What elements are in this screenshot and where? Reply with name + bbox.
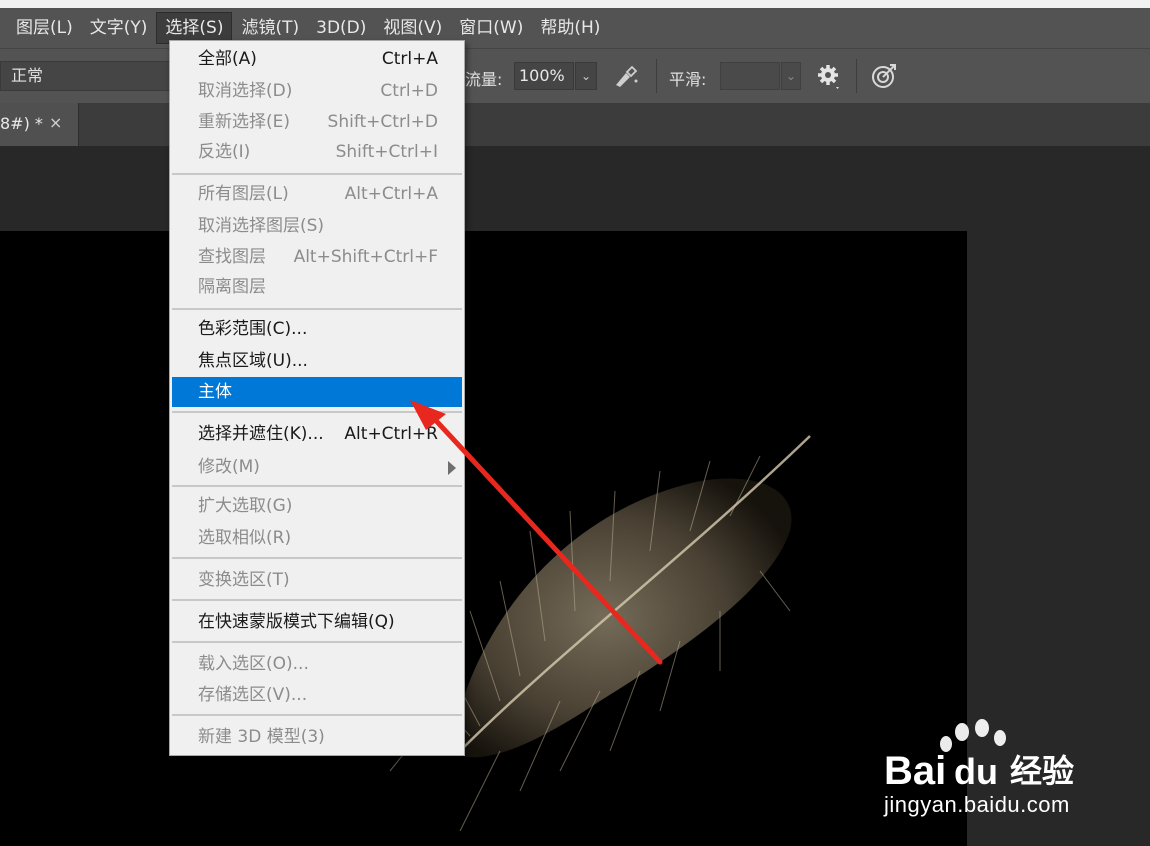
menu-help[interactable]: 帮助(H) — [532, 13, 608, 43]
document-tab-title: 8#) * — [0, 114, 43, 133]
menu-item-load-selection[interactable]: 载入选区(O)... — [172, 649, 462, 679]
menu-item-all-layers[interactable]: 所有图层(L) Alt+Ctrl+A — [172, 179, 462, 209]
feather-image — [389, 435, 811, 832]
menu-separator — [172, 557, 462, 559]
menu-item-subject[interactable]: 主体 — [172, 377, 462, 407]
menu-item-color-range[interactable]: 色彩范围(C)... — [172, 314, 462, 344]
menu-filter[interactable]: 滤镜(T) — [233, 13, 307, 43]
window-top-strip — [0, 0, 1150, 8]
menu-separator — [172, 173, 462, 175]
watermark-brand-jingyan: 经验 — [1010, 752, 1074, 790]
watermark-brand-du: du — [954, 751, 998, 792]
menu-item-deselect-layers[interactable]: 取消选择图层(S) — [172, 211, 462, 241]
select-menu-dropdown: 全部(A) Ctrl+A 取消选择(D) Ctrl+D 重新选择(E) Shif… — [169, 40, 465, 756]
menu-separator — [172, 411, 462, 413]
shortcut-label: Alt+Shift+Ctrl+F — [293, 247, 438, 267]
menu-separator — [172, 308, 462, 310]
menu-window[interactable]: 窗口(W) — [451, 13, 531, 43]
divider — [856, 59, 857, 93]
menu-item-grow[interactable]: 扩大选取(G) — [172, 491, 462, 521]
menu-separator — [172, 599, 462, 601]
watermark-brand: Bai — [884, 749, 946, 793]
menu-view[interactable]: 视图(V) — [375, 13, 450, 43]
gear-icon[interactable] — [816, 62, 842, 90]
menu-item-find-layers[interactable]: 查找图层 Alt+Shift+Ctrl+F — [172, 242, 462, 272]
chevron-down-icon: ⌄ — [785, 69, 797, 83]
menu-3d[interactable]: 3D(D) — [308, 13, 374, 43]
flow-dropdown-button[interactable]: ⌄ — [575, 62, 597, 90]
shortcut-label: Alt+Ctrl+R — [344, 424, 438, 444]
airbrush-icon[interactable] — [612, 63, 640, 89]
close-icon[interactable]: × — [49, 113, 62, 132]
menu-item-isolate-layers[interactable]: 隔离图层 — [172, 272, 462, 302]
menu-item-inverse[interactable]: 反选(I) Shift+Ctrl+I — [172, 137, 462, 167]
document-tab[interactable]: 8#) * × — [0, 103, 79, 146]
menu-item-transform-selection[interactable]: 变换选区(T) — [172, 565, 462, 595]
menu-layer[interactable]: 图层(L) — [8, 13, 81, 43]
shortcut-label: Shift+Ctrl+I — [335, 142, 438, 162]
shortcut-label: Ctrl+D — [380, 81, 438, 101]
menu-item-reselect[interactable]: 重新选择(E) Shift+Ctrl+D — [172, 107, 462, 137]
smoothing-label: 平滑: — [669, 70, 707, 89]
menu-item-deselect[interactable]: 取消选择(D) Ctrl+D — [172, 76, 462, 106]
smoothing-input[interactable] — [720, 62, 780, 90]
menu-separator — [172, 714, 462, 716]
menu-separator — [172, 641, 462, 643]
menu-item-focus-area[interactable]: 焦点区域(U)... — [172, 346, 462, 376]
shortcut-label: Ctrl+A — [381, 49, 438, 69]
canvas[interactable] — [0, 231, 967, 846]
menu-item-modify[interactable]: 修改(M) — [172, 452, 462, 482]
chevron-down-icon: ⌄ — [580, 69, 592, 83]
flow-input[interactable]: 100% — [514, 62, 574, 90]
target-icon[interactable] — [870, 62, 898, 90]
menu-item-quick-mask[interactable]: 在快速蒙版模式下编辑(Q) — [172, 607, 462, 637]
shortcut-label: Alt+Ctrl+A — [344, 184, 438, 204]
watermark-url: jingyan.baidu.com — [884, 792, 1070, 817]
menu-type[interactable]: 文字(Y) — [82, 13, 156, 43]
menu-item-save-selection[interactable]: 存储选区(V)... — [172, 680, 462, 710]
menu-item-new-3d-model[interactable]: 新建 3D 模型(3) — [172, 722, 462, 752]
blend-mode-select[interactable]: 正常 — [0, 61, 170, 91]
menu-item-similar[interactable]: 选取相似(R) — [172, 523, 462, 553]
shortcut-label: Shift+Ctrl+D — [327, 112, 438, 132]
menu-item-select-and-mask[interactable]: 选择并遮住(K)... Alt+Ctrl+R — [172, 419, 462, 449]
smoothing-dropdown-button[interactable]: ⌄ — [781, 62, 801, 90]
flow-label: 流量: — [465, 70, 503, 89]
submenu-arrow-icon — [448, 461, 456, 475]
menu-item-select-all[interactable]: 全部(A) Ctrl+A — [172, 44, 462, 74]
divider — [656, 59, 657, 93]
menu-separator — [172, 485, 462, 487]
